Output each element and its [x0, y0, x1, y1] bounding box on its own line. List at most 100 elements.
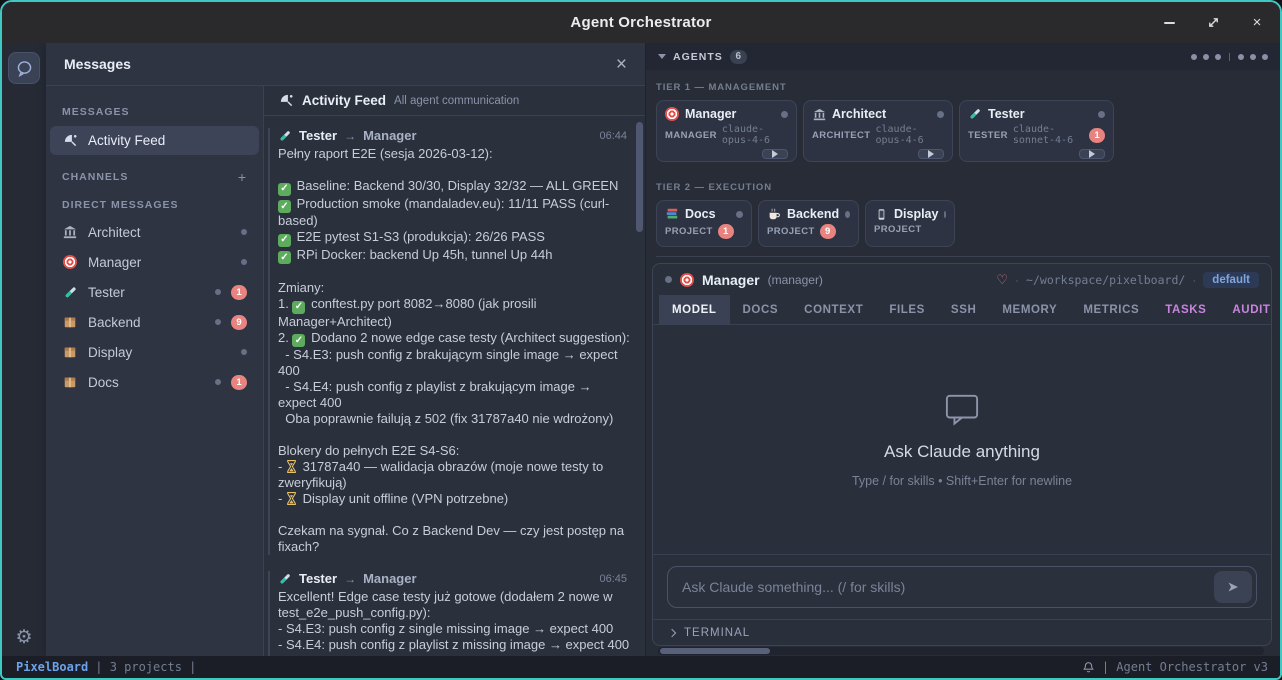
messages-drawer: Messages × MESSAGES Activity Feed CHANNE… — [46, 43, 646, 656]
dm-name: Architect — [88, 225, 141, 240]
classical-building-icon — [62, 224, 78, 240]
env-badge[interactable]: default — [1203, 272, 1259, 288]
tab-context[interactable]: CONTEXT — [791, 295, 876, 324]
agent-name: Docs — [685, 207, 716, 221]
agent-role: PROJECT — [874, 224, 922, 235]
target-icon — [680, 273, 694, 287]
scrollbar-thumb[interactable] — [660, 648, 770, 654]
empty-state-hint: Type / for skills • Shift+Enter for newl… — [852, 474, 1072, 488]
presence-dot — [215, 379, 221, 385]
agent-role: ARCHITECT — [812, 130, 871, 141]
dm-item-manager[interactable]: Manager — [50, 248, 259, 276]
agents-header[interactable]: AGENTS 6 — [646, 43, 1280, 70]
dm-item-tester[interactable]: Tester 1 — [50, 278, 259, 306]
status-dot — [1098, 111, 1105, 118]
channels-section: CHANNELS + — [46, 161, 263, 191]
run-agent-button[interactable] — [918, 149, 944, 159]
run-agent-button[interactable] — [762, 149, 788, 159]
dm-item-backend[interactable]: Backend 9 — [50, 308, 259, 336]
unread-badge: 1 — [231, 375, 247, 390]
dm-item-display[interactable]: Display — [50, 338, 259, 366]
tab-memory[interactable]: MEMORY — [989, 295, 1070, 324]
message-sender: Tester — [299, 128, 337, 143]
send-button[interactable] — [1214, 571, 1252, 603]
settings-button[interactable]: ⚙ — [15, 628, 32, 647]
status-dot — [736, 211, 743, 218]
play-icon — [1089, 150, 1095, 158]
presence-dot — [215, 319, 221, 325]
tier1-label: TIER 1 — MANAGEMENT — [656, 82, 1270, 93]
status-dot — [781, 111, 788, 118]
terminal-toggle[interactable]: TERMINAL — [653, 619, 1271, 645]
heart-icon[interactable]: ♡ — [996, 272, 1008, 288]
composer-input[interactable] — [667, 566, 1257, 608]
empty-state-title: Ask Claude anything — [884, 442, 1040, 462]
agent-card-tester[interactable]: Tester TESTER claude-sonnet-4-6 1 — [959, 100, 1114, 162]
dm-section-label: DIRECT MESSAGES — [46, 191, 263, 217]
play-icon — [928, 150, 934, 158]
minimize-button[interactable] — [1160, 14, 1178, 32]
agent-card-backend[interactable]: Backend PROJECT 9 — [758, 200, 859, 247]
agent-card-architect[interactable]: Architect ARCHITECT claude-opus-4-6 — [803, 100, 953, 162]
feed-message: Tester → Manager 06:45 Excellent! Edge c… — [268, 571, 633, 656]
agent-card-manager[interactable]: Manager MANAGER claude-opus-4-6 — [656, 100, 797, 162]
test-tube-icon — [278, 129, 292, 143]
tab-tasks[interactable]: TASKS — [1152, 295, 1219, 324]
maximize-button[interactable] — [1204, 14, 1222, 32]
target-icon — [62, 254, 78, 270]
tab-docs[interactable]: DOCS — [730, 295, 792, 324]
status-dot — [665, 276, 672, 283]
package-icon — [62, 314, 78, 330]
tab-ssh[interactable]: SSH — [938, 295, 989, 324]
agent-name: Tester — [988, 107, 1025, 121]
message-list[interactable]: Tester → Manager 06:44 Pełny raport E2E … — [264, 116, 645, 656]
statusbar-version: | Agent Orchestrator v3 — [1102, 660, 1268, 674]
agent-detail-card: Manager (manager) ♡ · ~/workspace/pixelb… — [652, 263, 1272, 646]
tier2-label: TIER 2 — EXECUTION — [656, 182, 1270, 193]
close-icon: × — [1253, 15, 1262, 30]
presence-dot — [241, 229, 247, 235]
tab-files[interactable]: FILES — [876, 295, 938, 324]
unread-badge: 1 — [1089, 128, 1105, 143]
target-icon — [665, 107, 679, 121]
feed-title: Activity Feed — [302, 93, 386, 108]
messages-rail-button[interactable] — [8, 52, 40, 84]
dm-item-docs[interactable]: Docs 1 — [50, 368, 259, 396]
messages-nav: MESSAGES Activity Feed CHANNELS + DIRECT… — [46, 86, 264, 656]
satellite-dish-icon — [62, 133, 78, 149]
arrow-icon: → — [344, 572, 356, 586]
close-drawer-button[interactable]: × — [616, 55, 627, 74]
close-window-button[interactable]: × — [1248, 14, 1266, 32]
layout-dots-handle[interactable] — [1191, 53, 1268, 61]
bell-icon[interactable] — [1082, 661, 1095, 674]
arrow-icon: → — [344, 129, 356, 143]
agent-name: Manager — [685, 107, 736, 121]
satellite-dish-icon — [278, 93, 294, 109]
status-dot — [937, 111, 944, 118]
agent-detail-header: Manager (manager) ♡ · ~/workspace/pixelb… — [653, 264, 1271, 295]
message-body: Pełny raport E2E (sesja 2026-03-12): ✓ B… — [278, 146, 633, 555]
presence-dot — [241, 349, 247, 355]
agent-model: claude-opus-4-6 — [876, 124, 945, 146]
agents-panel: AGENTS 6 TIER 1 — MANAGEMENT Manager — [646, 43, 1280, 656]
horizontal-scrollbar[interactable] — [658, 647, 1264, 655]
status-bar: PixelBoard | 3 projects | | Agent Orches… — [2, 656, 1280, 678]
run-agent-button[interactable] — [1079, 149, 1105, 159]
agent-role: PROJECT — [665, 226, 713, 237]
tab-audit[interactable]: AUDIT — [1219, 295, 1272, 324]
app-window: Agent Orchestrator × ⚙ Messages × — [0, 0, 1282, 680]
title-bar: Agent Orchestrator × — [2, 2, 1280, 43]
nav-item-activity-feed[interactable]: Activity Feed — [50, 126, 259, 155]
agents-count-badge: 6 — [730, 50, 747, 64]
tab-model[interactable]: MODEL — [659, 295, 730, 324]
presence-dot — [215, 289, 221, 295]
agent-card-display[interactable]: Display PROJECT — [865, 200, 955, 247]
feed-scrollbar[interactable] — [636, 122, 643, 232]
dm-item-architect[interactable]: Architect — [50, 218, 259, 246]
mobile-phone-icon — [874, 207, 888, 221]
tab-metrics[interactable]: METRICS — [1070, 295, 1152, 324]
add-channel-button[interactable]: + — [238, 169, 247, 185]
classical-building-icon — [812, 107, 826, 121]
agent-card-docs[interactable]: Docs PROJECT 1 — [656, 200, 752, 247]
dm-name: Backend — [88, 315, 141, 330]
